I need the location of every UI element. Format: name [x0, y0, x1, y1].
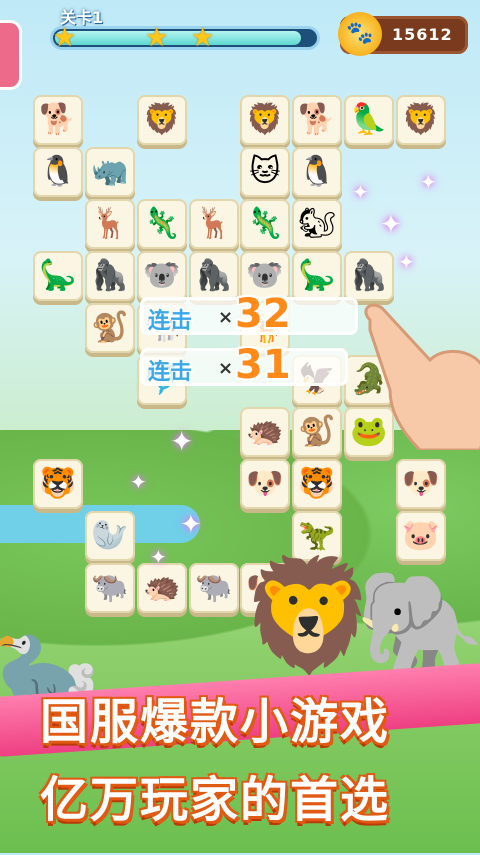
side-menu-tab[interactable] — [0, 20, 22, 90]
tile-dog[interactable]: 🐕 — [292, 95, 342, 145]
chameleon-icon: 🦎 — [143, 206, 181, 241]
tile-pig[interactable]: 🐷 — [396, 511, 446, 561]
tile-monkey[interactable]: 🐒 — [292, 407, 342, 457]
tile-tiger[interactable]: 🐯 — [292, 459, 342, 509]
tile-squirrel[interactable]: 🐿 — [292, 199, 342, 249]
parrot-icon: 🦜 — [350, 102, 388, 137]
combo-popup: 连击 × 31 — [140, 342, 348, 388]
tile-stegosaurus[interactable]: 🦕 — [292, 251, 342, 301]
hedgehog-icon: 🦔 — [143, 570, 181, 605]
tile-seal[interactable]: 🦭 — [85, 511, 135, 561]
lion-icon: 🦁 — [402, 102, 440, 137]
pig-icon: 🐷 — [402, 518, 440, 553]
level-progress-fill — [55, 31, 301, 45]
reindeer-icon: 🦌 — [195, 206, 233, 241]
sparkle-icon: ✦ — [420, 170, 437, 194]
tiger-icon: 🐯 — [39, 466, 77, 501]
tile-monkey[interactable]: 🐒 — [85, 303, 135, 353]
tile-reindeer[interactable]: 🦌 — [189, 199, 239, 249]
monkey-icon: 🐒 — [91, 310, 129, 345]
star-icon: ★ — [191, 23, 215, 53]
tile-gorilla[interactable]: 🦍 — [189, 251, 239, 301]
tile-chameleon[interactable]: 🦎 — [137, 199, 187, 249]
dog-icon: 🐶 — [402, 466, 440, 501]
tile-yak[interactable]: 🐃 — [189, 563, 239, 613]
tile-hedgehog[interactable]: 🦔 — [240, 407, 290, 457]
combo-label: 连击 — [148, 309, 193, 334]
combo-label: 连击 — [148, 360, 193, 385]
tile-lion[interactable]: 🦁 — [137, 95, 187, 145]
sparkle-icon: ✦ — [380, 210, 402, 240]
cat-icon: 🐱 — [249, 154, 281, 189]
reindeer-icon: 🦌 — [91, 206, 129, 241]
promo-line-1: 国服爆款小游戏 — [40, 694, 391, 750]
chameleon-icon: 🦎 — [246, 206, 284, 241]
seal-icon: 🦭 — [91, 518, 129, 553]
tile-yak[interactable]: 🐃 — [85, 563, 135, 613]
combo-multiplier-sign: × — [218, 358, 234, 379]
top-bar: 关卡1 ★ ★ ★ 🐾 15612 — [0, 0, 480, 90]
monkey-icon: 🐒 — [298, 414, 336, 449]
promo-line-2: 亿万玩家的首选 — [40, 772, 391, 828]
rhino-icon: 🦏 — [91, 154, 129, 189]
tile-chameleon[interactable]: 🦎 — [240, 199, 290, 249]
combo-multiplier-sign: × — [218, 307, 234, 328]
tile-lion[interactable]: 🦁 — [240, 95, 290, 145]
penguin-icon: 🐧 — [39, 154, 77, 189]
sparkle-icon: ✦ — [170, 425, 194, 458]
tile-rhino[interactable]: 🦏 — [85, 147, 135, 197]
level-progress-bar: ★ ★ ★ — [50, 23, 320, 53]
sparkle-icon: ✦ — [398, 250, 415, 274]
koala-icon: 🐨 — [143, 258, 181, 293]
sparkle-icon: ✦ — [130, 470, 147, 494]
gorilla-icon: 🦍 — [91, 258, 129, 293]
tile-lion[interactable]: 🦁 — [396, 95, 446, 145]
combo-count: 31 — [235, 342, 291, 388]
tile-dog[interactable]: 🐕 — [33, 95, 83, 145]
coin-value: 15612 — [392, 25, 453, 44]
tile-hedgehog[interactable]: 🦔 — [137, 563, 187, 613]
combo-count: 32 — [235, 291, 291, 337]
tile-cat[interactable]: 🐱 — [240, 147, 290, 197]
penguin-icon: 🐧 — [298, 154, 336, 189]
lion-icon: 🦁 — [143, 102, 181, 137]
sparkle-icon: ✦ — [150, 545, 167, 569]
tile-stegosaurus[interactable]: 🦕 — [33, 251, 83, 301]
gorilla-icon: 🦍 — [195, 258, 233, 293]
tile-koala[interactable]: 🐨 — [137, 251, 187, 301]
tile-penguin[interactable]: 🐧 — [33, 147, 83, 197]
sparkle-icon: ✦ — [352, 180, 369, 204]
yak-icon: 🐃 — [195, 570, 233, 605]
star-icon: ★ — [53, 23, 77, 53]
dog-icon: 🐕 — [298, 102, 336, 137]
star-icon: ★ — [145, 23, 169, 53]
tiger-icon: 🐯 — [298, 466, 336, 501]
pointing-hand-icon — [364, 303, 480, 450]
coin-counter[interactable]: 🐾 15612 — [338, 12, 468, 56]
tile-tiger[interactable]: 🐯 — [33, 459, 83, 509]
dog-icon: 🐕 — [39, 102, 77, 137]
tile-penguin[interactable]: 🐧 — [292, 147, 342, 197]
yak-icon: 🐃 — [91, 570, 129, 605]
tile-dog[interactable]: 🐶 — [240, 459, 290, 509]
squirrel-icon: 🐿 — [297, 206, 337, 241]
lion-icon: 🦁 — [246, 102, 284, 137]
sparkle-icon: ✦ — [180, 510, 202, 540]
paw-coin-icon: 🐾 — [338, 12, 382, 56]
hedgehog-icon: 🦔 — [246, 414, 284, 449]
gorilla-icon: 🦍 — [350, 258, 388, 293]
combo-popup: 连击 × 32 — [140, 291, 358, 337]
tile-gorilla[interactable]: 🦍 — [344, 251, 394, 301]
dog-icon: 🐶 — [246, 466, 284, 501]
tile-gorilla[interactable]: 🦍 — [85, 251, 135, 301]
stegosaurus-icon: 🦕 — [298, 258, 336, 293]
tile-reindeer[interactable]: 🦌 — [85, 199, 135, 249]
tile-parrot[interactable]: 🦜 — [344, 95, 394, 145]
stegosaurus-icon: 🦕 — [39, 258, 77, 293]
tile-dog[interactable]: 🐶 — [396, 459, 446, 509]
